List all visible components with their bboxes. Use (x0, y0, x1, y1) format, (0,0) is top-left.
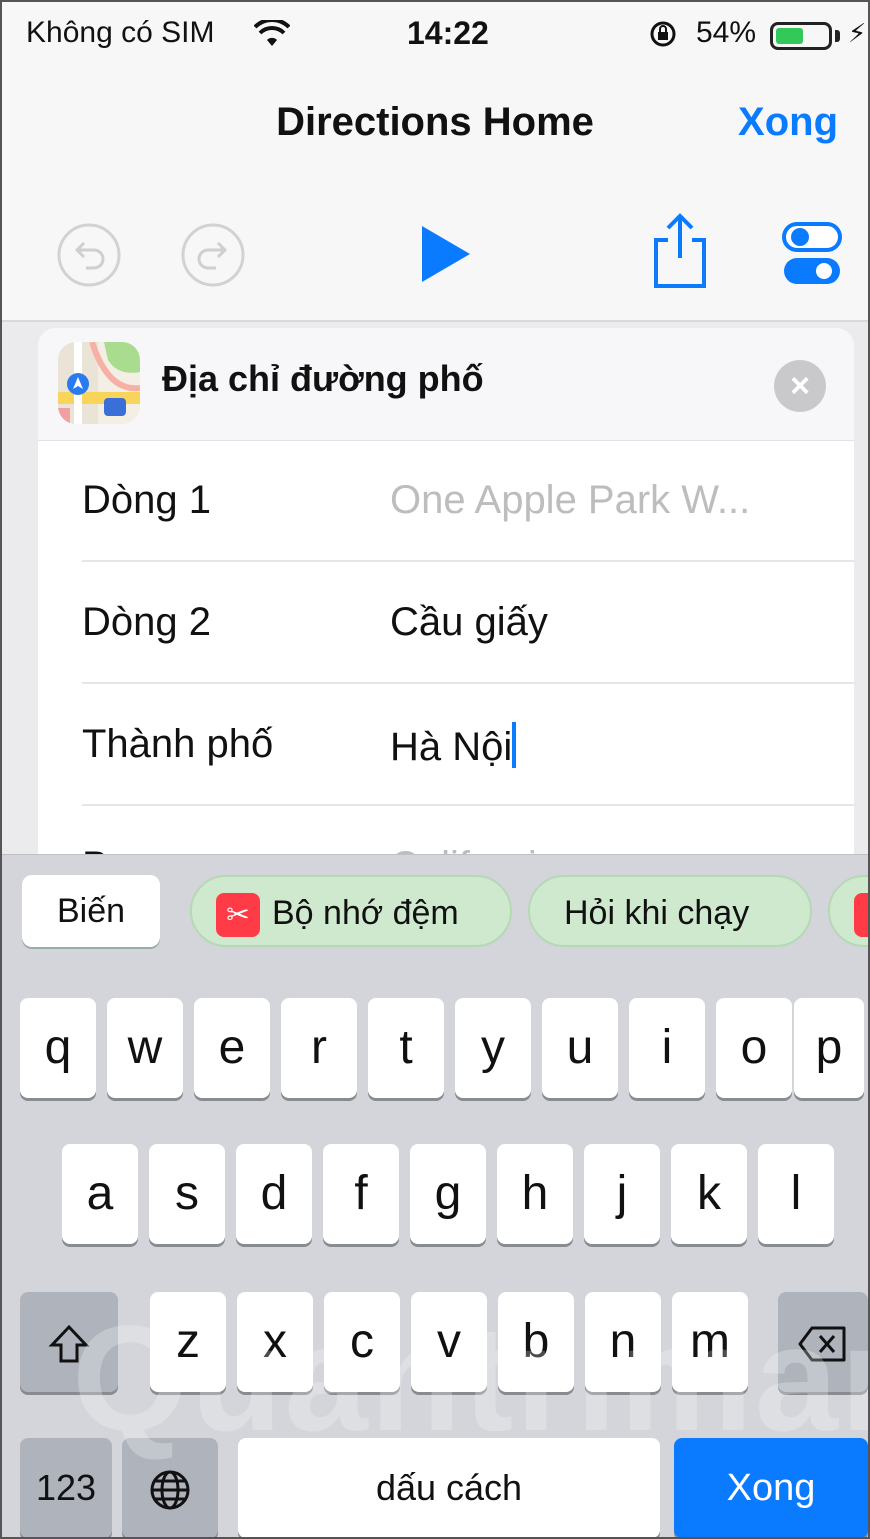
globe-key[interactable] (122, 1438, 218, 1537)
key-c[interactable]: c (324, 1292, 400, 1392)
shift-arrow-icon (48, 1325, 90, 1363)
field-row-city[interactable]: Thành phố Hà Nội (82, 684, 854, 806)
clipboard-chip[interactable]: ✂ Bộ nhớ đệm (190, 875, 512, 947)
workflow-editor: Địa chỉ đường phố × Dòng 1 One Apple Par… (2, 322, 868, 854)
clock: 14:22 (407, 15, 489, 51)
done-button[interactable]: Xong (738, 100, 838, 145)
field-label: Bang (82, 844, 175, 854)
key-m[interactable]: m (672, 1292, 748, 1392)
more-chip[interactable] (828, 875, 868, 947)
shift-key[interactable] (20, 1292, 118, 1392)
key-s[interactable]: s (149, 1144, 225, 1244)
delete-icon (798, 1326, 846, 1362)
variable-suggestion-bar: Biến ✂ Bộ nhớ đệm Hỏi khi chạy (2, 854, 868, 963)
key-w[interactable]: w (107, 998, 183, 1098)
ask-each-time-chip[interactable]: Hỏi khi chạy (528, 875, 812, 947)
play-icon[interactable] (418, 224, 474, 289)
return-key[interactable]: Xong (674, 1438, 868, 1537)
wifi-icon (253, 17, 291, 53)
key-a[interactable]: a (62, 1144, 138, 1244)
chip-label: Bộ nhớ đệm (272, 894, 459, 932)
key-o[interactable]: o (716, 998, 792, 1098)
backspace-key[interactable] (778, 1292, 868, 1392)
field-label: Thành phố (82, 722, 274, 766)
settings-toggle-icon[interactable] (782, 222, 842, 291)
field-value-placeholder[interactable]: One Apple Park W... (390, 478, 750, 523)
key-i[interactable]: i (629, 998, 705, 1098)
field-value-text: Hà Nội (390, 725, 513, 769)
key-h[interactable]: h (497, 1144, 573, 1244)
maps-app-icon (58, 342, 140, 424)
redo-icon[interactable] (180, 222, 246, 293)
field-value-placeholder[interactable]: California (390, 844, 559, 854)
key-d[interactable]: d (236, 1144, 312, 1244)
key-u[interactable]: u (542, 998, 618, 1098)
field-row-line2[interactable]: Dòng 2 Cầu giấy (82, 562, 854, 684)
calendar-icon (854, 893, 868, 938)
key-k[interactable]: k (671, 1144, 747, 1244)
field-label: Dòng 2 (82, 600, 211, 644)
battery-fill (776, 28, 803, 44)
globe-icon (150, 1470, 190, 1510)
undo-icon[interactable] (56, 222, 122, 293)
space-key[interactable]: dấu cách (238, 1438, 660, 1537)
key-y[interactable]: y (455, 998, 531, 1098)
key-r[interactable]: r (281, 998, 357, 1098)
action-card-header: Địa chỉ đường phố × (38, 328, 854, 441)
key-f[interactable]: f (323, 1144, 399, 1244)
navigation-bar: Directions Home Xong (2, 70, 868, 180)
action-card-title: Địa chỉ đường phố (162, 358, 484, 399)
key-g[interactable]: g (410, 1144, 486, 1244)
key-x[interactable]: x (237, 1292, 313, 1392)
key-b[interactable]: b (498, 1292, 574, 1392)
field-value-active[interactable]: Hà Nội (390, 722, 517, 770)
key-l[interactable]: l (758, 1144, 834, 1244)
field-row-state[interactable]: Bang California (82, 806, 854, 854)
text-cursor (512, 722, 517, 768)
battery-percent: 54% (696, 16, 757, 49)
rotation-lock-icon (650, 20, 676, 55)
variables-button[interactable]: Biến (22, 875, 160, 947)
battery-tip (835, 30, 840, 42)
carrier-label: Không có SIM (26, 16, 215, 49)
key-q[interactable]: q (20, 998, 96, 1098)
status-bar: Không có SIM 14:22 54% ⚡ (2, 2, 868, 70)
charging-icon: ⚡ (848, 18, 867, 48)
field-row-line1[interactable]: Dòng 1 One Apple Park W... (82, 440, 854, 562)
key-z[interactable]: z (150, 1292, 226, 1392)
scissors-icon: ✂ (216, 893, 260, 938)
field-label: Dòng 1 (82, 478, 211, 522)
key-v[interactable]: v (411, 1292, 487, 1392)
numbers-key[interactable]: 123 (20, 1438, 112, 1537)
field-value[interactable]: Cầu giấy (390, 600, 548, 645)
close-icon[interactable]: × (774, 360, 826, 412)
screen: Không có SIM 14:22 54% ⚡ Directions Home… (0, 0, 870, 1539)
key-j[interactable]: j (584, 1144, 660, 1244)
share-icon[interactable] (650, 210, 710, 295)
key-t[interactable]: t (368, 998, 444, 1098)
key-n[interactable]: n (585, 1292, 661, 1392)
action-card: Địa chỉ đường phố × Dòng 1 One Apple Par… (38, 328, 854, 854)
editor-toolbar (2, 180, 868, 322)
key-p[interactable]: p (794, 998, 864, 1098)
key-e[interactable]: e (194, 998, 270, 1098)
battery-icon (770, 22, 832, 50)
